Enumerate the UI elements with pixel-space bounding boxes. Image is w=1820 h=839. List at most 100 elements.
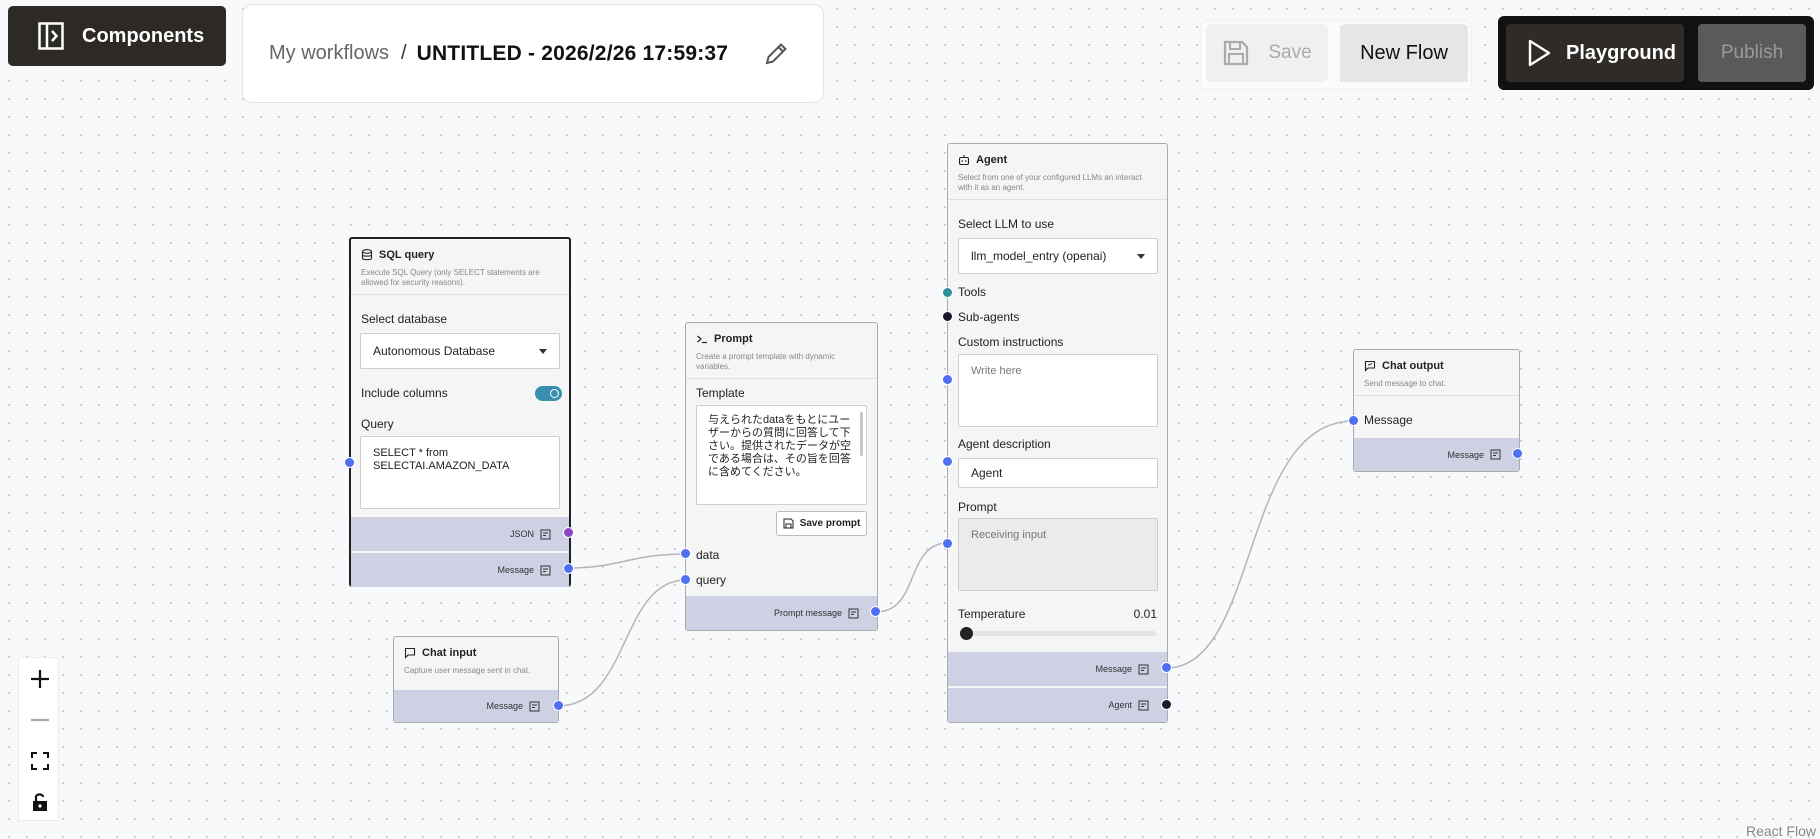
- output-label: Message: [1095, 664, 1132, 674]
- sub-agents-label: Sub-agents: [958, 310, 1020, 324]
- breadcrumb-separator: /: [401, 42, 407, 64]
- floppy-disk-icon: [783, 518, 794, 529]
- database-select-value: Autonomous Database: [373, 344, 496, 358]
- template-text: 与えられたdataをもとにユーザーからの質問に回答して下さい。提供されたデータが…: [708, 414, 851, 478]
- output-label: Agent: [1108, 700, 1132, 710]
- query-textarea[interactable]: SELECT * from SELECTAI.AMAZON_DATA: [360, 436, 560, 509]
- inspect-output-icon[interactable]: [1490, 449, 1501, 460]
- chat-input-message-handle[interactable]: [553, 700, 564, 711]
- agent-prompt-input-handle[interactable]: [942, 538, 953, 549]
- custom-instructions-input-handle[interactable]: [942, 374, 953, 385]
- node-description: Create a prompt template with dynamic va…: [696, 352, 836, 371]
- sql-message-output-handle[interactable]: [563, 563, 574, 574]
- unlock-icon: [32, 792, 47, 811]
- agent-output-handle[interactable]: [1161, 699, 1172, 710]
- agent-description-input[interactable]: Agent: [958, 458, 1158, 488]
- select-database-label: Select database: [361, 312, 448, 326]
- chevron-down-icon: [1137, 253, 1145, 259]
- breadcrumb-my-workflows[interactable]: My workflows: [269, 42, 389, 65]
- fit-view-button[interactable]: [19, 740, 60, 781]
- llm-select[interactable]: llm_model_entry (openai): [958, 238, 1158, 274]
- data-input-label: data: [696, 548, 720, 562]
- database-select[interactable]: Autonomous Database: [360, 333, 560, 369]
- message-output: Message: [394, 690, 558, 722]
- save-button[interactable]: Save: [1206, 24, 1328, 82]
- output-label: Message: [497, 565, 534, 575]
- temperature-label: Temperature: [958, 607, 1026, 621]
- edit-title-button[interactable]: [762, 40, 790, 68]
- playground-button[interactable]: Playground: [1506, 24, 1684, 82]
- temperature-slider-thumb[interactable]: [960, 627, 973, 640]
- pencil-icon: [765, 42, 788, 64]
- tools-input-handle[interactable]: [942, 287, 953, 298]
- template-textarea[interactable]: 与えられたdataをもとにユーザーからの質問に回答して下さい。提供されたデータが…: [696, 405, 867, 505]
- node-description: Select from one of your configured LLMs …: [958, 173, 1142, 192]
- prompt-node[interactable]: Prompt Create a prompt template with dyn…: [685, 322, 878, 631]
- terminal-prompt-icon: [697, 335, 707, 344]
- prompt-message-output-handle[interactable]: [870, 606, 881, 617]
- save-prompt-button[interactable]: Save prompt: [776, 511, 867, 536]
- inspect-output-icon[interactable]: [1138, 664, 1149, 675]
- agent-message-output-handle[interactable]: [1161, 662, 1172, 673]
- prompt-message-output: Prompt message: [686, 596, 877, 630]
- chat-bubble-icon: [404, 647, 416, 659]
- agent-description-input-handle[interactable]: [942, 456, 953, 467]
- node-title: Prompt: [714, 333, 753, 345]
- agent-node[interactable]: Agent Select from one of your configured…: [947, 143, 1168, 723]
- include-columns-toggle[interactable]: [535, 386, 562, 401]
- output-label: Message: [486, 701, 523, 711]
- sidebar-panel-icon: [38, 22, 64, 50]
- temperature-slider[interactable]: [960, 627, 1156, 640]
- publish-button[interactable]: Publish: [1698, 24, 1806, 82]
- inspect-output-icon[interactable]: [529, 701, 540, 712]
- new-flow-button[interactable]: New Flow: [1340, 24, 1468, 82]
- json-output-handle[interactable]: [563, 527, 574, 538]
- prompt-label: Prompt: [958, 500, 997, 514]
- zoom-in-button[interactable]: [19, 658, 60, 699]
- custom-instructions-label: Custom instructions: [958, 335, 1064, 349]
- edge-agent-to-chat-output: [1165, 420, 1355, 669]
- chat-output-icon: [1364, 360, 1376, 372]
- output-label: Prompt message: [773, 608, 842, 618]
- playground-label: Playground: [1566, 41, 1677, 64]
- query-input-label: query: [696, 573, 727, 587]
- tools-label: Tools: [958, 285, 987, 299]
- chat-output-node[interactable]: Chat output Send message to chat. Messag…: [1353, 349, 1520, 472]
- sql-query-node[interactable]: SQL query Execute SQL Query (only SELECT…: [349, 237, 571, 587]
- inspect-output-icon[interactable]: [540, 565, 551, 576]
- components-label: Components: [82, 24, 205, 47]
- query-input-handle[interactable]: [344, 457, 355, 468]
- flow-title: UNTITLED - 2026/2/26 17:59:37: [416, 41, 729, 65]
- prompt-data-input-handle[interactable]: [680, 548, 691, 559]
- message-output: Message: [351, 553, 569, 587]
- chat-input-node[interactable]: Chat input Capture user message sent in …: [393, 636, 559, 723]
- zoom-out-button[interactable]: [19, 699, 60, 740]
- robot-icon: [958, 155, 970, 166]
- chat-output-message-output-handle[interactable]: [1512, 448, 1523, 459]
- react-flow-attribution[interactable]: React Flow: [1746, 823, 1816, 839]
- inspect-output-icon[interactable]: [1138, 700, 1149, 711]
- prompt-textarea[interactable]: Receiving input: [958, 518, 1158, 591]
- inspect-output-icon[interactable]: [540, 529, 551, 540]
- agent-output: Agent: [948, 688, 1167, 722]
- scrollbar[interactable]: [860, 412, 863, 456]
- node-title: Chat output: [1382, 360, 1444, 372]
- save-label: Save: [1268, 42, 1312, 63]
- chat-output-message-input-handle[interactable]: [1348, 415, 1359, 426]
- node-title: SQL query: [379, 249, 435, 261]
- node-description: Capture user message sent in chat.: [404, 666, 531, 675]
- inspect-output-icon[interactable]: [848, 608, 859, 619]
- query-label: Query: [361, 417, 394, 431]
- chevron-down-icon: [539, 348, 547, 354]
- edge-chat-input-to-prompt-query: [557, 579, 687, 707]
- flow-edges: [557, 420, 1355, 707]
- prompt-query-input-handle[interactable]: [680, 574, 691, 585]
- node-description: Execute SQL Query (only SELECT statement…: [361, 268, 540, 287]
- components-toggle-button[interactable]: Components: [8, 6, 226, 66]
- sub-agents-input-handle[interactable]: [942, 311, 953, 322]
- canvas-controls: [18, 657, 59, 821]
- minus-icon: [30, 718, 49, 721]
- toggle-interactivity-button[interactable]: [19, 781, 60, 822]
- custom-instructions-textarea[interactable]: Write here: [958, 354, 1158, 427]
- floppy-disk-icon: [1224, 40, 1249, 66]
